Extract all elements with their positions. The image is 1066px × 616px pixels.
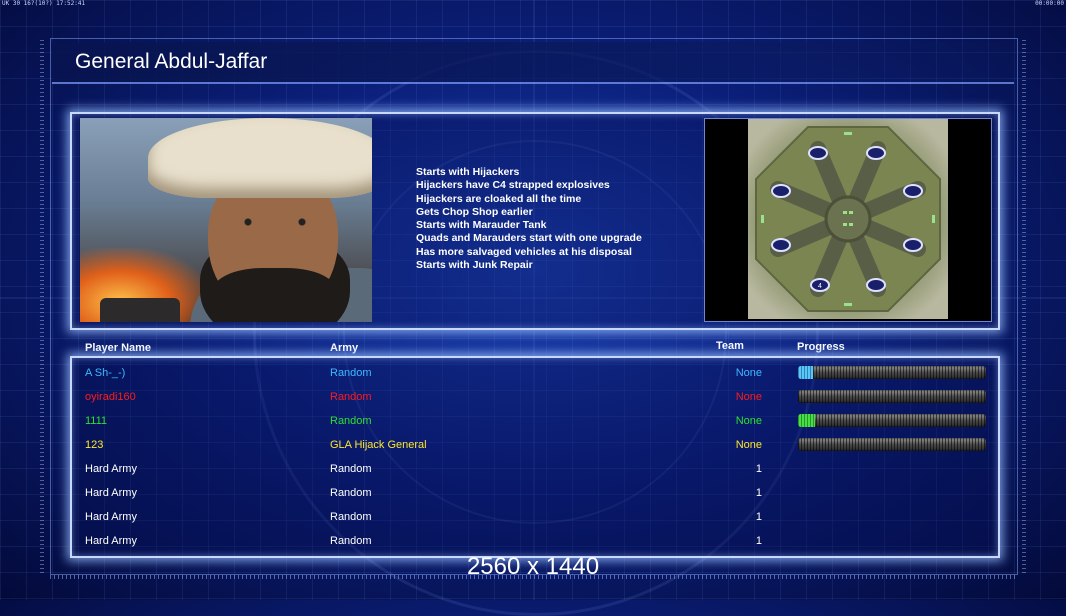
army-cell: Random xyxy=(330,511,372,523)
map-preview: 4 xyxy=(704,118,992,322)
bottom-ruler xyxy=(50,575,1016,579)
general-name: General Abdul-Jaffar xyxy=(75,50,268,73)
army-cell: Random xyxy=(330,415,372,427)
right-ruler xyxy=(1022,40,1026,575)
progress-bar xyxy=(798,414,986,427)
player-name-cell: Hard Army xyxy=(85,463,137,475)
player-name-cell: Hard Army xyxy=(85,511,137,523)
header-army: Army xyxy=(330,342,359,354)
portrait-turban xyxy=(148,118,372,198)
player-name-cell: oyiradi160 xyxy=(85,391,136,403)
trait-item: Has more salvaged vehicles at his dispos… xyxy=(416,245,632,258)
team-cell: 1 xyxy=(755,511,762,523)
team-cell: None xyxy=(735,415,762,427)
player-name-cell: Hard Army xyxy=(85,487,137,499)
team-cell: None xyxy=(735,391,762,403)
trait-item: Quads and Marauders start with one upgra… xyxy=(416,232,642,245)
team-cell: 1 xyxy=(755,463,762,475)
portrait-eyes xyxy=(230,218,320,226)
status-left: UK 30 16?(10?) 17:52:41 xyxy=(2,0,86,7)
army-cell: GLA Hijack General xyxy=(330,439,427,451)
player-name-cell: 123 xyxy=(85,439,104,451)
army-cell: Random xyxy=(330,391,372,403)
map-preview-image: 4 xyxy=(748,119,948,319)
progress-bar-fill xyxy=(798,414,815,427)
map-player-marker: 4 xyxy=(818,283,822,290)
team-cell: None xyxy=(735,367,762,379)
player-name-cell: A Sh-_-) xyxy=(85,367,126,379)
army-cell: Random xyxy=(330,535,372,547)
progress-bar-fill xyxy=(798,366,814,379)
team-cell: 1 xyxy=(755,535,762,547)
team-cell: None xyxy=(735,439,762,451)
portrait-beard-lower xyxy=(212,268,337,322)
progress-bar xyxy=(798,366,986,379)
trait-item: Starts with Hijackers xyxy=(416,166,520,178)
army-cell: Random xyxy=(330,487,372,499)
left-ruler xyxy=(40,40,44,575)
trait-item: Starts with Marauder Tank xyxy=(416,219,547,232)
team-cell: 1 xyxy=(755,487,762,499)
status-right: 00:00:00 xyxy=(1035,0,1064,7)
player-name-cell: 1111 xyxy=(85,415,108,427)
progress-bar xyxy=(798,438,986,451)
status-bar: UK 30 16?(10?) 17:52:41 00:00:00 xyxy=(0,0,1066,8)
general-traits-list: Starts with Hijackers Hijackers have C4 … xyxy=(416,166,642,272)
army-cell: Random xyxy=(330,367,372,379)
header-progress: Progress xyxy=(797,341,845,353)
players-table-panel xyxy=(70,356,1000,558)
player-name-cell: Hard Army xyxy=(85,535,137,547)
portrait-truck xyxy=(100,298,180,322)
header-player-name: Player Name xyxy=(85,342,152,354)
progress-bar xyxy=(798,390,986,403)
trait-item: Hijackers have C4 strapped explosives xyxy=(416,179,610,192)
general-portrait xyxy=(80,118,372,322)
header-team: Team xyxy=(716,340,744,352)
title-divider xyxy=(52,82,1014,84)
trait-item: Starts with Junk Repair xyxy=(416,259,533,272)
trait-item: Hijackers are cloaked all the time xyxy=(416,192,582,205)
trait-item: Gets Chop Shop earlier xyxy=(416,205,533,218)
army-cell: Random xyxy=(330,463,372,475)
